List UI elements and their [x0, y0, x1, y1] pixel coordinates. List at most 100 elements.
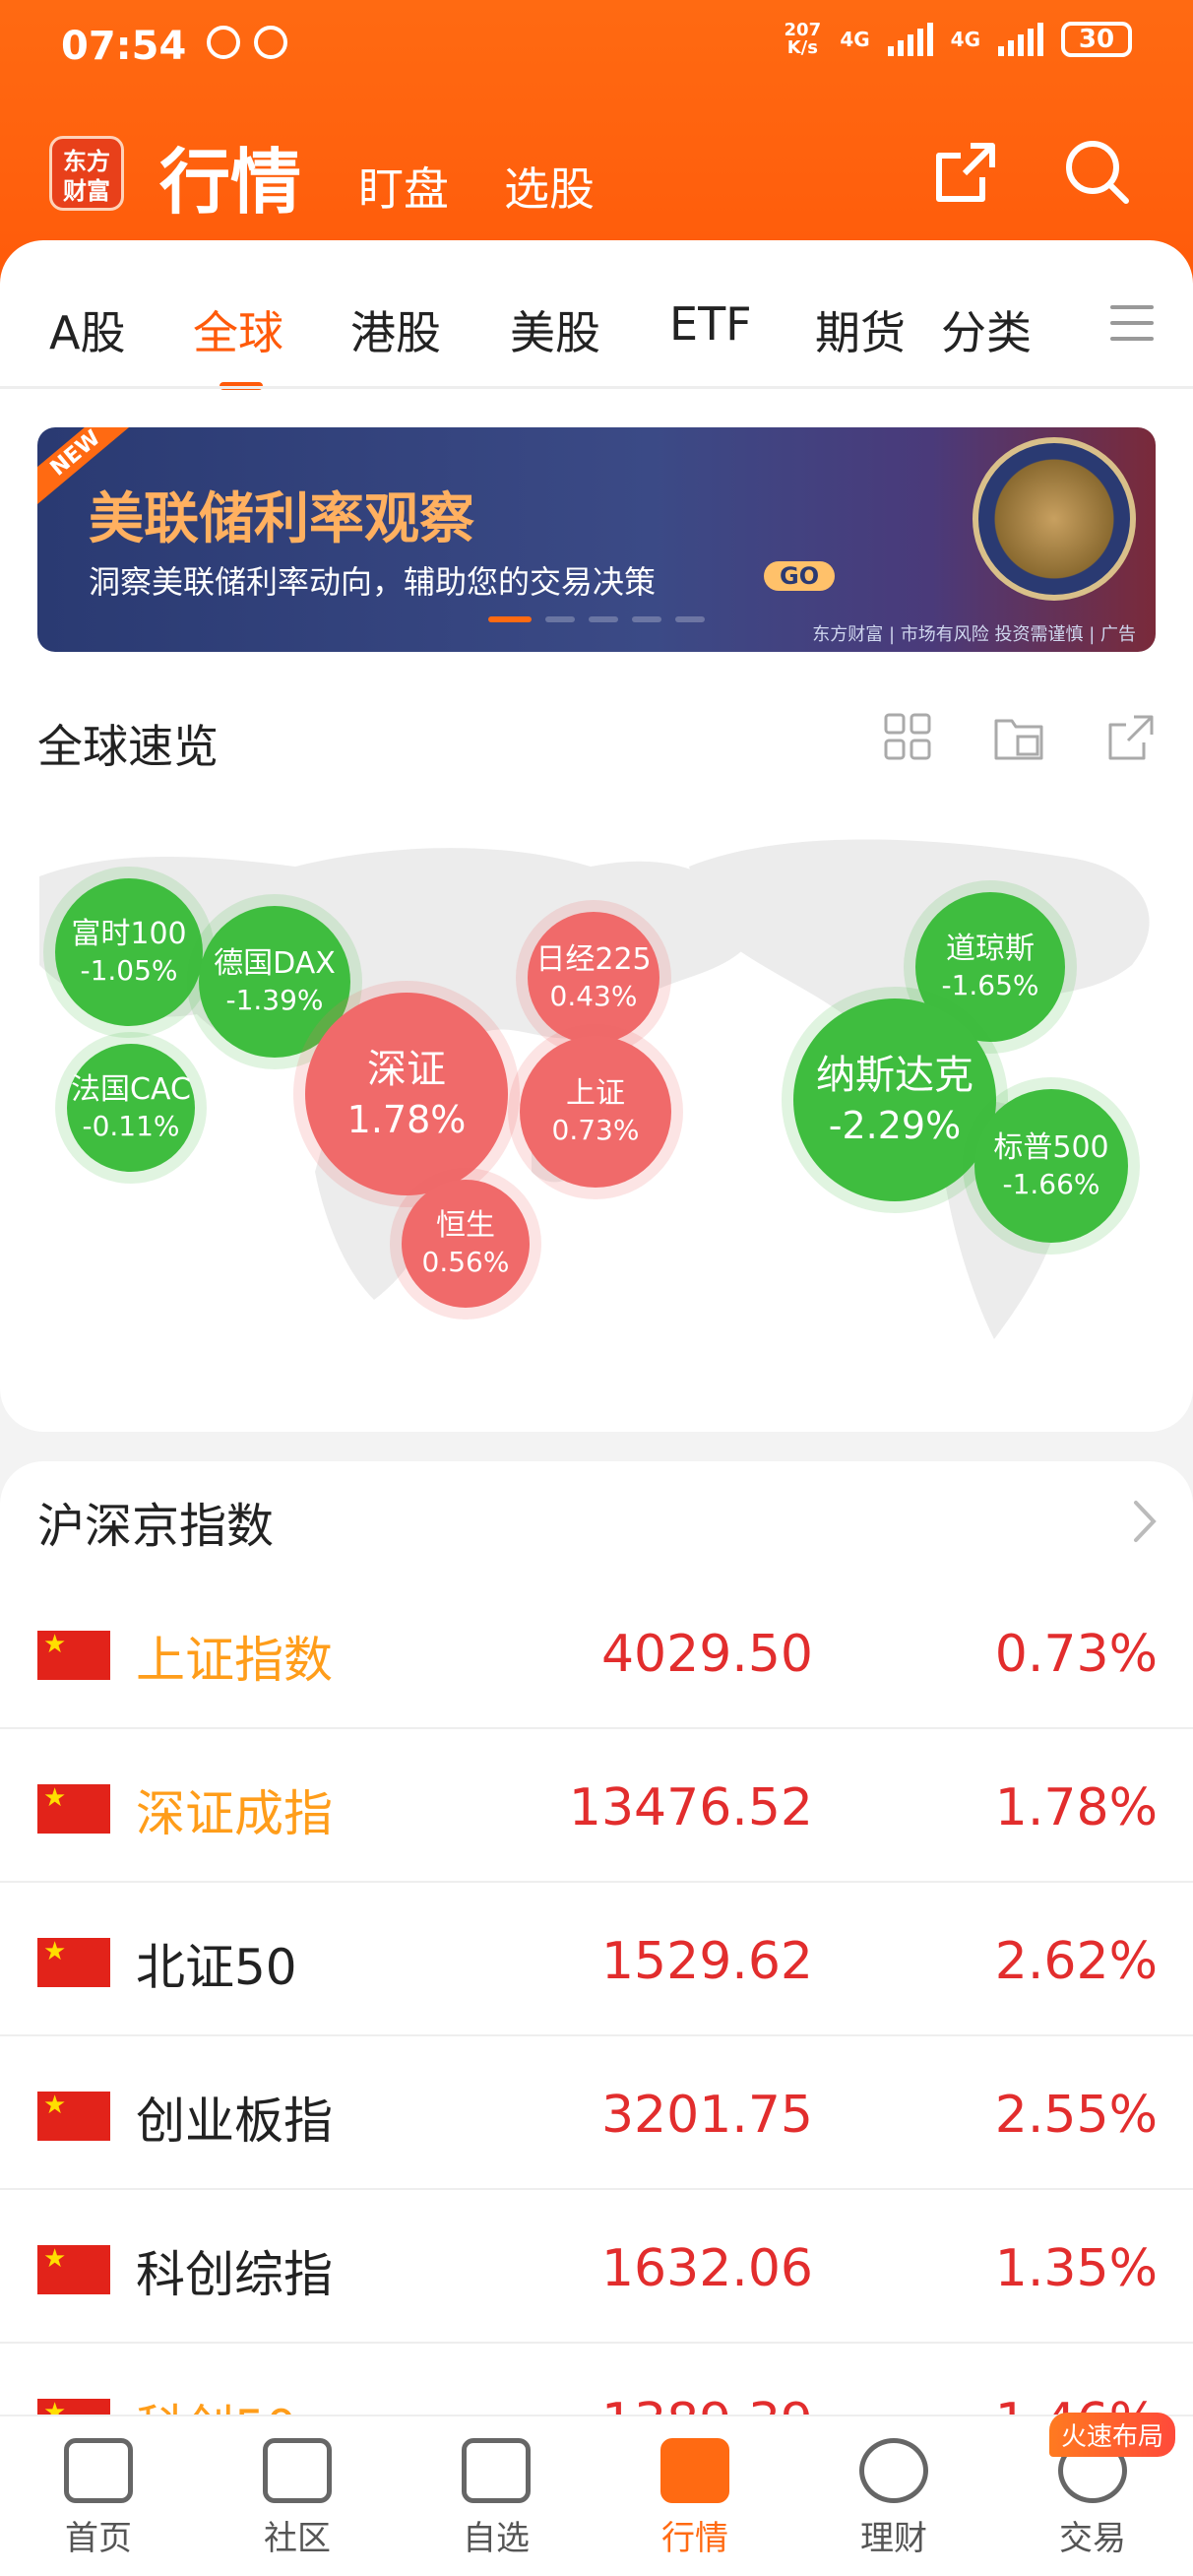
status-time: 07:54: [61, 24, 187, 69]
share-icon[interactable]: [931, 138, 1000, 207]
signal-label-1: 4G: [840, 28, 870, 51]
china-flag-icon: [37, 2092, 110, 2141]
tab-stock-picker[interactable]: 选股: [504, 154, 595, 219]
index-row[interactable]: 科创综指 1632.06 1.35%: [0, 2190, 1193, 2344]
status-icons: [207, 26, 287, 59]
nav-label: 交易: [1059, 2519, 1126, 2558]
bubble-name: 日经225: [535, 942, 652, 977]
bubble-pct: -1.39%: [225, 984, 324, 1016]
nav-home[interactable]: 首页: [30, 2438, 167, 2566]
bubble-nikkei225[interactable]: 日经225 0.43%: [528, 912, 659, 1044]
banner-title: 美联储利率观察: [89, 487, 474, 551]
tab-us[interactable]: 美股: [510, 297, 600, 362]
index-row[interactable]: 深证成指 13476.52 1.78%: [0, 1729, 1193, 1883]
nav-label: 自选: [463, 2519, 530, 2558]
status-eye-icon: [254, 26, 287, 59]
tab-category[interactable]: 分类: [941, 297, 1032, 362]
nav-wealth[interactable]: 理财: [825, 2438, 963, 2566]
index-name: 深证成指: [136, 1785, 333, 1842]
index-name: 科创综指: [136, 2246, 333, 2303]
china-flag-icon: [37, 2245, 110, 2294]
index-row[interactable]: 创业板指 3201.75 2.55%: [0, 2036, 1193, 2190]
index-row[interactable]: 北证50 1529.62 2.62%: [0, 1883, 1193, 2036]
tab-hk[interactable]: 港股: [350, 297, 441, 362]
bubble-cac[interactable]: 法国CAC -0.11%: [67, 1044, 195, 1172]
bubble-name: 恒生: [436, 1208, 495, 1243]
china-flag-icon: [37, 1631, 110, 1680]
bubble-sp500[interactable]: 标普500 -1.66%: [974, 1089, 1128, 1243]
divider: [0, 386, 1193, 389]
market-tabs: A股 全球 港股 美股 ETF 期货 分类: [0, 258, 1193, 390]
checkbox-icon: [462, 2438, 531, 2503]
index-change: 1.78%: [994, 1778, 1158, 1837]
bubble-name: 法国CAC: [71, 1072, 191, 1107]
folder-icon[interactable]: [992, 711, 1045, 764]
tab-futures[interactable]: 期货: [815, 297, 906, 362]
banner-subtitle: 洞察美联储利率动向，辅助您的交易决策: [89, 563, 657, 601]
chat-icon: [263, 2438, 332, 2503]
bubble-name: 上证: [566, 1076, 625, 1111]
status-app-icon: [207, 26, 240, 59]
carousel-dots: [488, 616, 705, 622]
nav-market[interactable]: 行情: [626, 2438, 764, 2566]
bottom-nav: 首页 社区 自选 行情 理财 交易: [0, 2415, 1193, 2576]
grid-icon[interactable]: [882, 711, 935, 764]
nav-watchlist[interactable]: 自选: [427, 2438, 565, 2566]
tab-global[interactable]: 全球: [193, 297, 283, 362]
bubble-nasdaq[interactable]: 纳斯达克 -2.29%: [793, 998, 996, 1201]
world-map: 富时100 -1.05% 德国DAX -1.39% 法国CAC -0.11% 深…: [0, 807, 1193, 1398]
index-name: 北证50: [136, 1939, 297, 1996]
tab-a-shares[interactable]: A股: [49, 297, 125, 362]
tab-watch[interactable]: 盯盘: [358, 154, 449, 219]
signal-icon-2: [998, 23, 1043, 56]
nav-label: 行情: [661, 2519, 728, 2558]
page-title: 行情: [159, 141, 302, 224]
bubble-hang-seng[interactable]: 恒生 0.56%: [402, 1180, 530, 1308]
app-logo[interactable]: 东方财富: [49, 136, 124, 211]
index-change: 0.73%: [994, 1625, 1158, 1684]
china-flag-icon: [37, 1938, 110, 1987]
hot-badge[interactable]: 火速布局: [1049, 2413, 1176, 2457]
status-bar: 07:54 207 K/s 4G 4G 30: [0, 0, 1193, 98]
chevron-right-icon[interactable]: [1130, 1497, 1160, 1546]
diamond-icon: [859, 2438, 928, 2503]
index-change: 2.55%: [994, 2086, 1158, 2145]
bubble-name: 深证: [367, 1047, 446, 1092]
bubble-pct: -1.65%: [941, 969, 1039, 1001]
index-name: 创业板指: [136, 2093, 333, 2150]
battery-icon: 30: [1061, 22, 1132, 57]
section-title-indices[interactable]: 沪深京指数: [37, 1487, 274, 1556]
bubble-pct: 1.78%: [346, 1098, 467, 1141]
bubble-ftse100[interactable]: 富时100 -1.05%: [55, 878, 203, 1026]
bubble-shanghai[interactable]: 上证 0.73%: [520, 1036, 671, 1188]
china-flag-icon: [37, 1784, 110, 1834]
promo-banner[interactable]: NEW 美联储利率观察 洞察美联储利率动向，辅助您的交易决策 GO 东方财富 |…: [37, 427, 1156, 652]
signal-icon-1: [887, 23, 933, 56]
nav-trade[interactable]: 交易: [1024, 2438, 1162, 2566]
share-icon[interactable]: [1104, 711, 1158, 764]
status-right: 207 K/s 4G 4G 30: [783, 22, 1132, 57]
index-value: 13476.52: [568, 1778, 813, 1837]
banner-disclaimer: 东方财富 | 市场有风险 投资需谨慎 | 广告: [812, 624, 1136, 645]
bubble-name: 纳斯达克: [816, 1053, 973, 1098]
bubble-pct: 0.73%: [551, 1114, 640, 1146]
bubble-pct: -0.11%: [82, 1110, 180, 1142]
chart-icon: [660, 2438, 729, 2503]
index-row[interactable]: 上证指数 4029.50 0.73%: [0, 1576, 1193, 1729]
bubble-name: 德国DAX: [214, 946, 336, 981]
index-value: 1529.62: [600, 1932, 813, 1991]
section-title-global: 全球速览: [37, 720, 219, 773]
banner-go-button[interactable]: GO: [764, 561, 836, 591]
index-value: 1632.06: [600, 2239, 813, 2298]
nav-label: 理财: [860, 2519, 927, 2558]
nav-label: 首页: [65, 2519, 132, 2558]
bubble-name: 标普500: [993, 1130, 1109, 1165]
menu-icon[interactable]: [1110, 305, 1154, 345]
signal-label-2: 4G: [950, 28, 980, 51]
nav-community[interactable]: 社区: [228, 2438, 366, 2566]
tab-etf[interactable]: ETF: [669, 297, 752, 351]
search-icon[interactable]: [1063, 138, 1132, 207]
home-icon: [64, 2438, 133, 2503]
bubble-shenzhen[interactable]: 深证 1.78%: [305, 993, 508, 1195]
bubble-pct: -1.66%: [1002, 1168, 1100, 1200]
